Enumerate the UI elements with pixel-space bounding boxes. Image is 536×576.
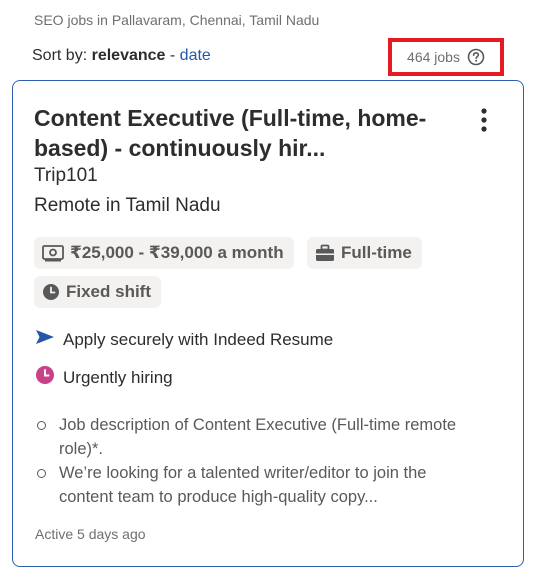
apply-text: Apply securely with Indeed Resume xyxy=(63,329,334,349)
snippet-item: Job description of Content Executive (Fu… xyxy=(35,413,475,461)
urgent-text: Urgently hiring xyxy=(63,367,173,387)
easy-apply-feature: Apply securely with Indeed Resume xyxy=(35,329,333,350)
more-options-icon[interactable] xyxy=(473,105,495,135)
job-type-text: Full-time xyxy=(341,243,412,262)
sort-separator: - xyxy=(169,47,176,64)
shift-chip: Fixed shift xyxy=(34,276,162,308)
sort-relevance: relevance xyxy=(91,47,166,64)
send-arrow-icon xyxy=(35,329,55,350)
active-date: Active 5 days ago xyxy=(35,526,146,542)
sort-label: Sort by: xyxy=(32,47,88,64)
job-type-chip: Full-time xyxy=(307,237,422,269)
company-name[interactable]: Trip101 xyxy=(34,165,98,187)
salary-chip: ₹25,000 - ₹39,000 a month xyxy=(34,237,294,269)
briefcase-icon xyxy=(315,244,335,262)
question-circle-icon[interactable] xyxy=(467,48,485,66)
urgent-feature: Urgently hiring xyxy=(35,365,173,390)
money-icon xyxy=(42,244,64,262)
job-snippet: Job description of Content Executive (Fu… xyxy=(35,413,475,509)
search-caption: SEO jobs in Pallavaram, Chennai, Tamil N… xyxy=(34,12,320,28)
job-results-page: SEO jobs in Pallavaram, Chennai, Tamil N… xyxy=(0,0,536,576)
clock-icon xyxy=(42,283,60,301)
salary-text: ₹25,000 - ₹39,000 a month xyxy=(70,243,284,262)
job-location: Remote in Tamil Nadu xyxy=(34,195,221,216)
job-card[interactable]: Content Executive (Full-time, home-based… xyxy=(12,80,524,567)
urgent-clock-icon xyxy=(35,365,55,390)
snippet-item: We’re looking for a talented writer/edit… xyxy=(35,461,475,509)
sort-date-link[interactable]: date xyxy=(180,47,211,64)
job-title[interactable]: Content Executive (Full-time, home-based… xyxy=(34,103,434,163)
job-count: 464 jobs xyxy=(407,49,460,65)
job-count-highlight: 464 jobs xyxy=(388,38,504,76)
shift-text: Fixed shift xyxy=(66,282,152,301)
sort-row: Sort by: relevance - date xyxy=(32,47,211,65)
